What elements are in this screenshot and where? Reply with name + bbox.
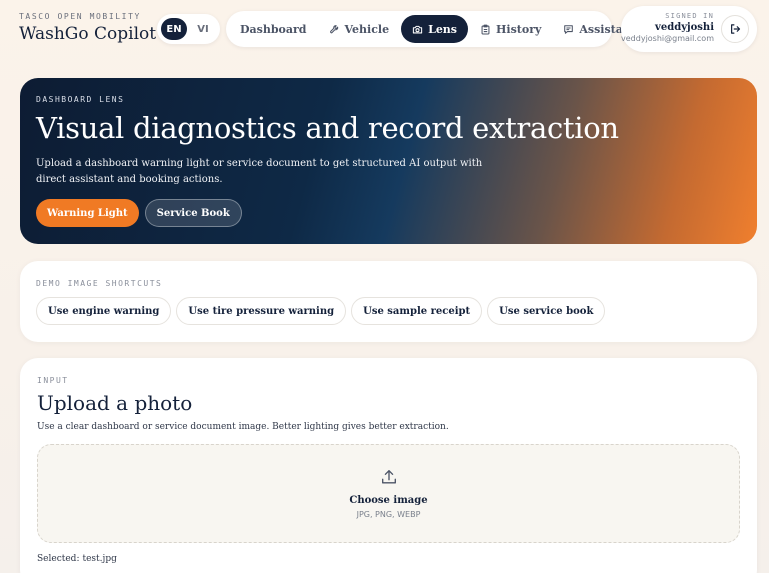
input-card: INPUT Upload a photo Use a clear dashboa… (20, 358, 757, 573)
nav-item-label: Vehicle (344, 22, 390, 36)
demo-shortcuts-card: DEMO IMAGE SHORTCUTS Use engine warning … (20, 261, 757, 342)
shortcut-tire-pressure-warning[interactable]: Use tire pressure warning (176, 297, 347, 325)
wrench-icon (329, 24, 338, 33)
chat-icon (564, 24, 574, 34)
input-eyebrow: INPUT (37, 376, 69, 385)
hero-eyebrow: DASHBOARD LENS (36, 95, 125, 104)
selected-file: Selected: test.jpg (37, 554, 740, 564)
shortcut-sample-receipt[interactable]: Use sample receipt (351, 297, 483, 325)
account-info: SIGNED IN veddyjoshi veddyjoshi@gmail.co… (621, 12, 714, 43)
nav-item-lens[interactable]: Lens (401, 15, 469, 43)
hero-description: Upload a dashboard warning light or serv… (36, 158, 483, 185)
nav-item-vehicle[interactable]: Vehicle (319, 15, 400, 43)
image-dropzone[interactable]: Choose image JPG, PNG, WEBP (37, 444, 740, 543)
account-email: veddyjoshi@gmail.com (621, 34, 714, 43)
nav-item-label: History (496, 22, 542, 36)
language-option-en[interactable]: EN (161, 18, 187, 40)
main-nav: Dashboard Vehicle Lens History Assistant (226, 11, 636, 47)
nav-item-history[interactable]: History (470, 15, 551, 43)
camera-icon (412, 25, 423, 33)
shortcut-engine-warning[interactable]: Use engine warning (36, 297, 172, 325)
logout-icon (731, 24, 741, 34)
account-panel: SIGNED IN veddyjoshi veddyjoshi@gmail.co… (621, 6, 757, 52)
language-option-vi[interactable]: VI (190, 18, 216, 40)
choose-image-label: Choose image (349, 495, 428, 506)
language-toggle: EN VI (157, 14, 220, 44)
service-book-button[interactable]: Service Book (144, 199, 242, 227)
app-title: WashGo Copilot (19, 24, 157, 44)
account-name: veddyjoshi (655, 22, 714, 33)
logout-button[interactable] (721, 15, 749, 43)
signed-in-label: SIGNED IN (665, 12, 714, 20)
hero-banner: DASHBOARD LENS Visual diagnostics and re… (20, 78, 757, 244)
shortcuts-eyebrow: DEMO IMAGE SHORTCUTS (36, 279, 163, 288)
nav-item-label: Lens (428, 22, 458, 36)
brand-eyebrow: TASCO OPEN MOBILITY (19, 12, 141, 21)
upload-description: Use a clear dashboard or service documen… (37, 422, 449, 432)
nav-item-dashboard[interactable]: Dashboard (230, 15, 317, 43)
file-types-hint: JPG, PNG, WEBP (356, 510, 421, 519)
page-title: Visual diagnostics and record extraction (36, 111, 619, 145)
upload-title: Upload a photo (37, 391, 193, 415)
upload-icon (381, 470, 396, 484)
mode-selector: Warning Light Service Book (36, 199, 741, 227)
selected-label: Selected: (37, 554, 80, 564)
clipboard-icon (481, 24, 490, 34)
nav-item-label: Dashboard (240, 22, 307, 36)
selected-filename: test.jpg (82, 554, 117, 564)
brand: TASCO OPEN MOBILITY WashGo Copilot (19, 12, 156, 44)
shortcut-list: Use engine warning Use tire pressure war… (36, 297, 741, 325)
warning-light-button[interactable]: Warning Light (36, 199, 139, 227)
shortcut-service-book[interactable]: Use service book (487, 297, 606, 325)
